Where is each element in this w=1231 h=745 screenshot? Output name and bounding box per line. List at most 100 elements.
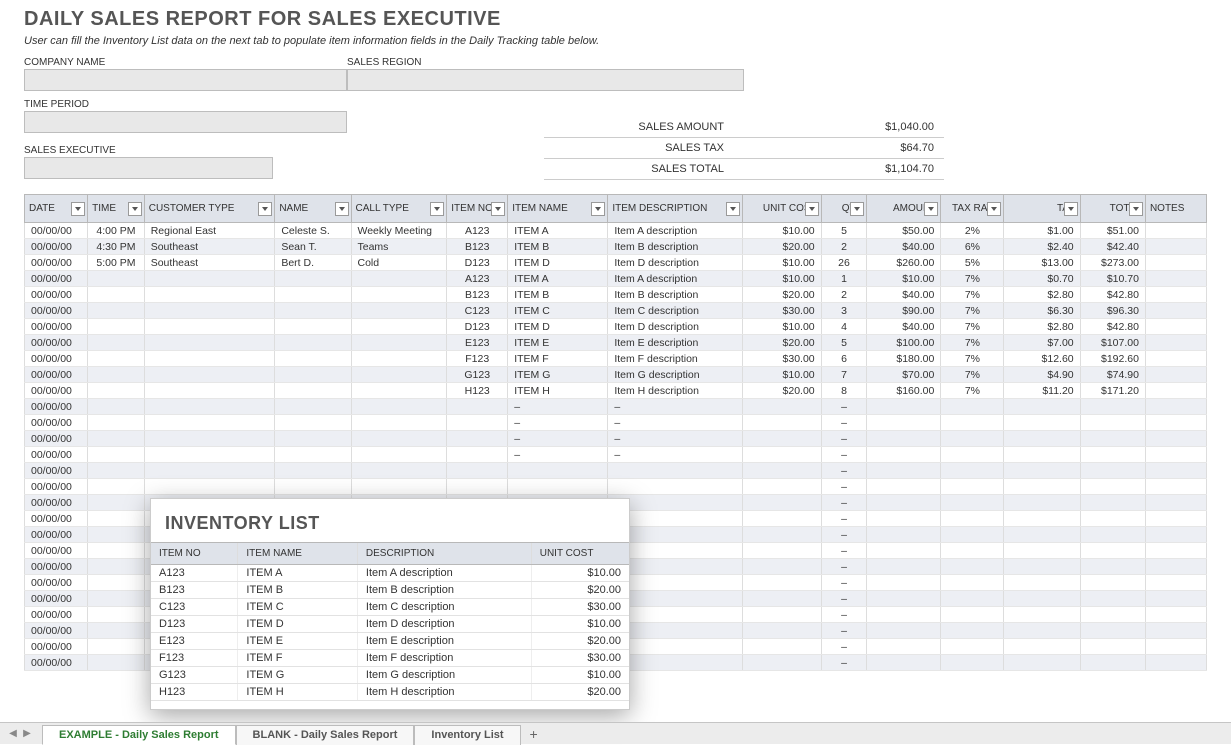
table-row[interactable]: 00/00/00F123ITEM FItem F description$30.… [25, 351, 1207, 367]
filter-icon[interactable] [726, 202, 740, 216]
col-desc[interactable]: ITEM DESCRIPTION [608, 195, 743, 223]
inv-cell-cost[interactable]: $10.00 [531, 616, 629, 633]
col-notes[interactable]: NOTES [1145, 195, 1206, 223]
cell-qty[interactable]: – [821, 495, 867, 511]
cell-qty[interactable]: – [821, 639, 867, 655]
cell-unit[interactable] [743, 623, 821, 639]
inv-cell-name[interactable]: ITEM C [238, 599, 358, 616]
cell-qty[interactable]: – [821, 415, 867, 431]
cell-notes[interactable] [1145, 383, 1206, 399]
cell-desc[interactable] [608, 479, 743, 495]
cell-date[interactable]: 00/00/00 [25, 639, 88, 655]
cell-tax[interactable] [1004, 543, 1080, 559]
inv-cell-no[interactable]: B123 [151, 582, 238, 599]
cell-time[interactable] [88, 591, 145, 607]
cell-date[interactable]: 00/00/00 [25, 431, 88, 447]
cell-amount[interactable] [867, 511, 941, 527]
cell-qty[interactable]: – [821, 463, 867, 479]
cell-name[interactable] [275, 399, 351, 415]
inv-cell-no[interactable]: E123 [151, 633, 238, 650]
cell-itemname[interactable]: ITEM F [508, 351, 608, 367]
filter-icon[interactable] [128, 202, 142, 216]
cell-qty[interactable]: – [821, 527, 867, 543]
cell-rate[interactable]: 7% [941, 287, 1004, 303]
cell-time[interactable] [88, 559, 145, 575]
cell-rate[interactable] [941, 607, 1004, 623]
cell-amount[interactable] [867, 655, 941, 671]
cell-amount[interactable] [867, 623, 941, 639]
cell-desc[interactable]: – [608, 431, 743, 447]
cell-amount[interactable]: $40.00 [867, 239, 941, 255]
cell-time[interactable] [88, 527, 145, 543]
cell-itemno[interactable]: F123 [447, 351, 508, 367]
cell-time[interactable]: 4:00 PM [88, 223, 145, 239]
cell-unit[interactable] [743, 447, 821, 463]
cell-itemname[interactable]: ITEM A [508, 271, 608, 287]
cell-tax[interactable] [1004, 559, 1080, 575]
cell-time[interactable] [88, 463, 145, 479]
cell-time[interactable] [88, 351, 145, 367]
cell-customer[interactable]: Southeast [144, 255, 275, 271]
cell-notes[interactable] [1145, 271, 1206, 287]
cell-total[interactable] [1080, 511, 1145, 527]
cell-itemno[interactable]: E123 [447, 335, 508, 351]
cell-time[interactable] [88, 511, 145, 527]
filter-icon[interactable] [924, 202, 938, 216]
cell-total[interactable] [1080, 479, 1145, 495]
cell-rate[interactable] [941, 479, 1004, 495]
inv-cell-desc[interactable]: Item D description [357, 616, 531, 633]
cell-time[interactable] [88, 303, 145, 319]
table-row[interactable]: 00/00/00G123ITEM GItem G description$10.… [25, 367, 1207, 383]
cell-time[interactable] [88, 367, 145, 383]
cell-itemno[interactable] [447, 479, 508, 495]
cell-customer[interactable] [144, 319, 275, 335]
cell-tax[interactable]: $7.00 [1004, 335, 1080, 351]
cell-customer[interactable] [144, 399, 275, 415]
cell-tax[interactable] [1004, 463, 1080, 479]
cell-rate[interactable] [941, 639, 1004, 655]
cell-notes[interactable] [1145, 367, 1206, 383]
cell-call[interactable] [351, 447, 447, 463]
cell-date[interactable]: 00/00/00 [25, 479, 88, 495]
cell-date[interactable]: 00/00/00 [25, 527, 88, 543]
cell-amount[interactable] [867, 527, 941, 543]
cell-time[interactable] [88, 543, 145, 559]
cell-rate[interactable] [941, 511, 1004, 527]
cell-customer[interactable] [144, 479, 275, 495]
cell-amount[interactable]: $10.00 [867, 271, 941, 287]
cell-rate[interactable]: 5% [941, 255, 1004, 271]
cell-amount[interactable] [867, 575, 941, 591]
cell-rate[interactable]: 7% [941, 303, 1004, 319]
cell-tax[interactable] [1004, 511, 1080, 527]
filter-icon[interactable] [1064, 202, 1078, 216]
cell-total[interactable] [1080, 431, 1145, 447]
cell-itemno[interactable] [447, 399, 508, 415]
cell-itemno[interactable]: G123 [447, 367, 508, 383]
cell-unit[interactable] [743, 591, 821, 607]
cell-amount[interactable]: $180.00 [867, 351, 941, 367]
cell-date[interactable]: 00/00/00 [25, 319, 88, 335]
cell-tax[interactable] [1004, 607, 1080, 623]
cell-notes[interactable] [1145, 335, 1206, 351]
cell-unit[interactable]: $10.00 [743, 223, 821, 239]
table-row[interactable]: 00/00/00––– [25, 447, 1207, 463]
cell-unit[interactable] [743, 639, 821, 655]
cell-notes[interactable] [1145, 575, 1206, 591]
cell-unit[interactable] [743, 543, 821, 559]
cell-customer[interactable] [144, 335, 275, 351]
filter-icon[interactable] [850, 202, 864, 216]
cell-date[interactable]: 00/00/00 [25, 543, 88, 559]
cell-tax[interactable]: $13.00 [1004, 255, 1080, 271]
cell-tax[interactable] [1004, 527, 1080, 543]
cell-total[interactable]: $107.00 [1080, 335, 1145, 351]
cell-notes[interactable] [1145, 399, 1206, 415]
cell-notes[interactable] [1145, 223, 1206, 239]
cell-total[interactable]: $10.70 [1080, 271, 1145, 287]
col-amount[interactable]: AMOUNT [867, 195, 941, 223]
cell-time[interactable] [88, 623, 145, 639]
cell-customer[interactable] [144, 271, 275, 287]
cell-date[interactable]: 00/00/00 [25, 575, 88, 591]
cell-name[interactable] [275, 319, 351, 335]
cell-time[interactable] [88, 415, 145, 431]
cell-date[interactable]: 00/00/00 [25, 463, 88, 479]
